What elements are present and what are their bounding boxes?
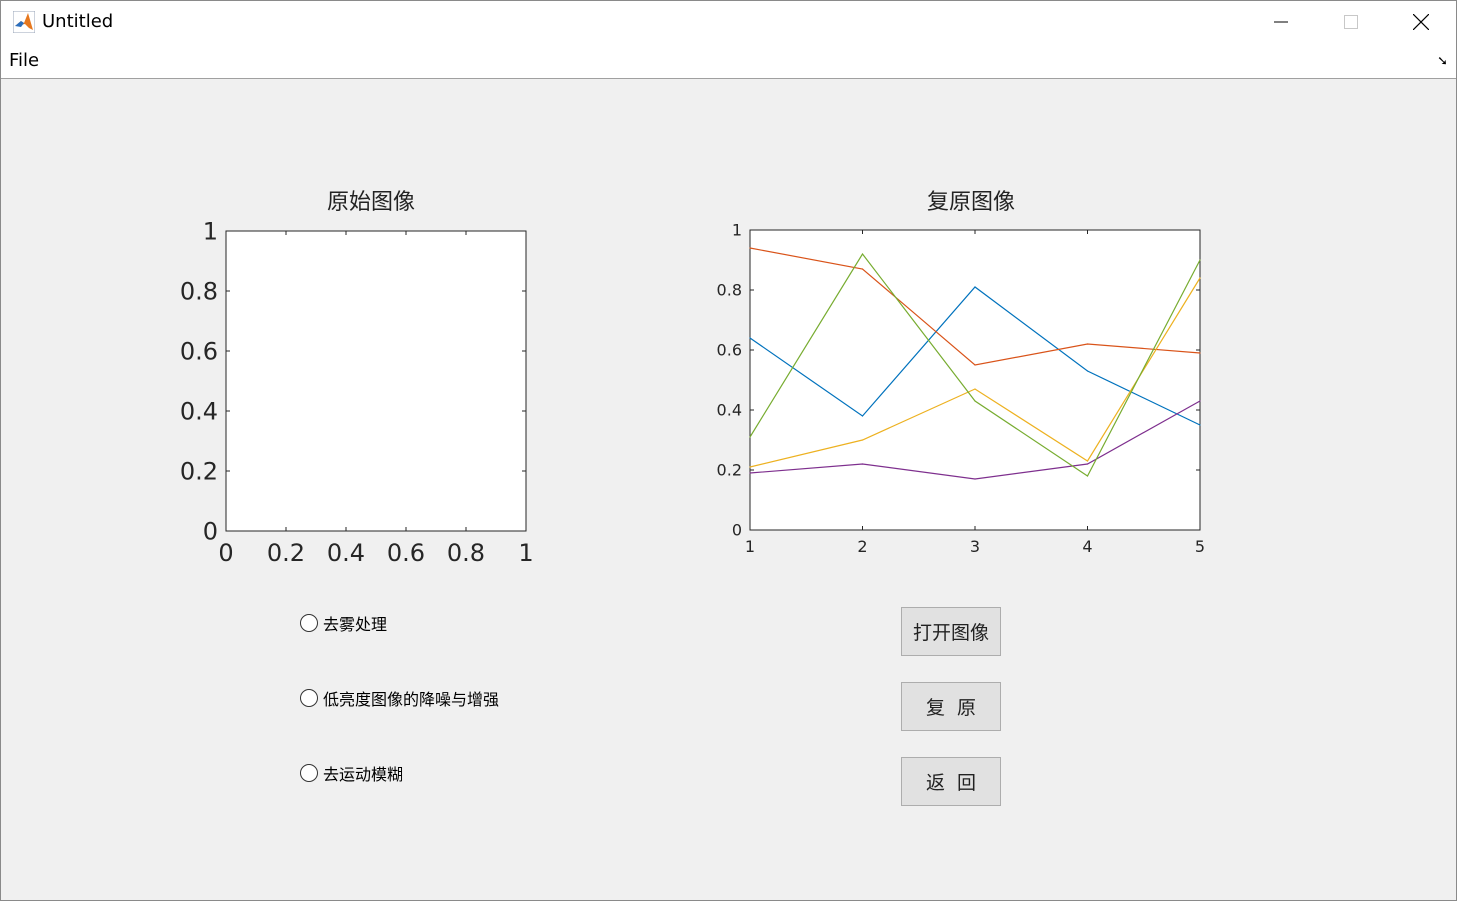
series-3-point [974, 388, 976, 390]
series-4-point [861, 463, 864, 465]
y-tick-label: 0.6 [180, 337, 218, 365]
x-tick-label: 0 [218, 539, 233, 567]
radio-dehaze[interactable]: 去雾处理 [300, 611, 387, 635]
radio-button-icon[interactable] [300, 764, 318, 782]
x-tick-label: 0.6 [387, 539, 425, 567]
minimize-button[interactable] [1247, 1, 1315, 42]
plot-area [749, 229, 1201, 531]
series-1-point [749, 337, 751, 339]
series-5-point [861, 253, 864, 255]
series-5-point [1199, 259, 1201, 261]
restore-button[interactable]: 复 原 [901, 682, 1001, 731]
dock-arrow-icon[interactable]: ➘ [1437, 54, 1448, 69]
radio-label: 去雾处理 [323, 615, 388, 634]
series-1-point [1199, 424, 1201, 426]
y-tick-label: 0.8 [717, 281, 742, 300]
y-tick-label: 0.2 [180, 457, 218, 485]
y-tick-label: 1 [203, 217, 218, 245]
close-button[interactable] [1387, 1, 1455, 42]
plot-area [225, 230, 527, 532]
series-3-point [1199, 277, 1201, 279]
series-2-point [861, 268, 864, 270]
back-button[interactable]: 返 回 [901, 757, 1001, 806]
series-1-point [1086, 370, 1089, 372]
title-bar: Untitled [1, 1, 1456, 42]
series-5-point [974, 400, 976, 402]
maximize-icon [1344, 14, 1358, 29]
y-tick-label: 0 [732, 521, 742, 540]
y-tick-label: 0.8 [180, 277, 218, 305]
close-icon [1413, 13, 1429, 30]
series-3-point [861, 439, 864, 441]
series-1-point [974, 286, 976, 288]
matlab-logo-icon [13, 11, 35, 33]
radio-label: 低亮度图像的降噪与增强 [323, 690, 500, 709]
series-4-point [1199, 400, 1201, 402]
x-tick-label: 0.4 [327, 539, 365, 567]
series-2-point [974, 364, 976, 366]
x-tick-label: 0.2 [267, 539, 305, 567]
y-tick-label: 0.2 [717, 461, 742, 480]
series-1-point [861, 415, 864, 417]
radio-button-icon[interactable] [300, 689, 318, 707]
x-tick-label: 2 [857, 537, 867, 556]
y-tick-label: 1 [732, 221, 742, 240]
window-title: Untitled [42, 11, 114, 32]
radio-button-icon[interactable] [300, 614, 318, 632]
y-tick-label: 0 [203, 517, 218, 545]
y-tick-label: 0.4 [180, 397, 218, 425]
radio-lowlight-denoise-enhance[interactable]: 低亮度图像的降噪与增强 [300, 686, 499, 710]
menu-file[interactable]: File [9, 50, 39, 71]
x-tick-label: 5 [1195, 537, 1205, 556]
y-tick-label: 0.4 [717, 401, 742, 420]
series-4-point [749, 472, 751, 474]
x-tick-label: 0.8 [447, 539, 485, 567]
radio-motion-deblur[interactable]: 去运动模糊 [300, 761, 403, 785]
x-tick-label: 1 [518, 539, 533, 567]
maximize-button[interactable] [1317, 1, 1385, 42]
open-image-button[interactable]: 打开图像 [901, 607, 1001, 656]
x-tick-label: 3 [970, 537, 980, 556]
restored-image-axes: 1 2 3 4 5 0 0.2 0.4 0.6 0.8 1 [717, 221, 1206, 556]
menu-bar: File ➘ [1, 42, 1456, 79]
series-2-point [749, 247, 751, 249]
x-tick-label: 4 [1082, 537, 1092, 556]
series-5-point [749, 436, 751, 438]
series-4-point [1086, 463, 1089, 465]
series-2-point [1199, 352, 1201, 354]
original-image-axes: 0 0.2 0.4 0.6 0.8 1 0 0.2 0.4 0.6 0.8 1 [180, 217, 534, 567]
series-3-point [749, 466, 751, 468]
radio-label: 去运动模糊 [323, 765, 404, 784]
minimize-icon [1274, 21, 1288, 22]
x-tick-label: 1 [745, 537, 755, 556]
series-5-point [1086, 475, 1089, 477]
series-4-point [974, 478, 976, 480]
series-2-point [1086, 343, 1089, 345]
series-3-point [1086, 460, 1089, 462]
y-tick-label: 0.6 [717, 341, 742, 360]
